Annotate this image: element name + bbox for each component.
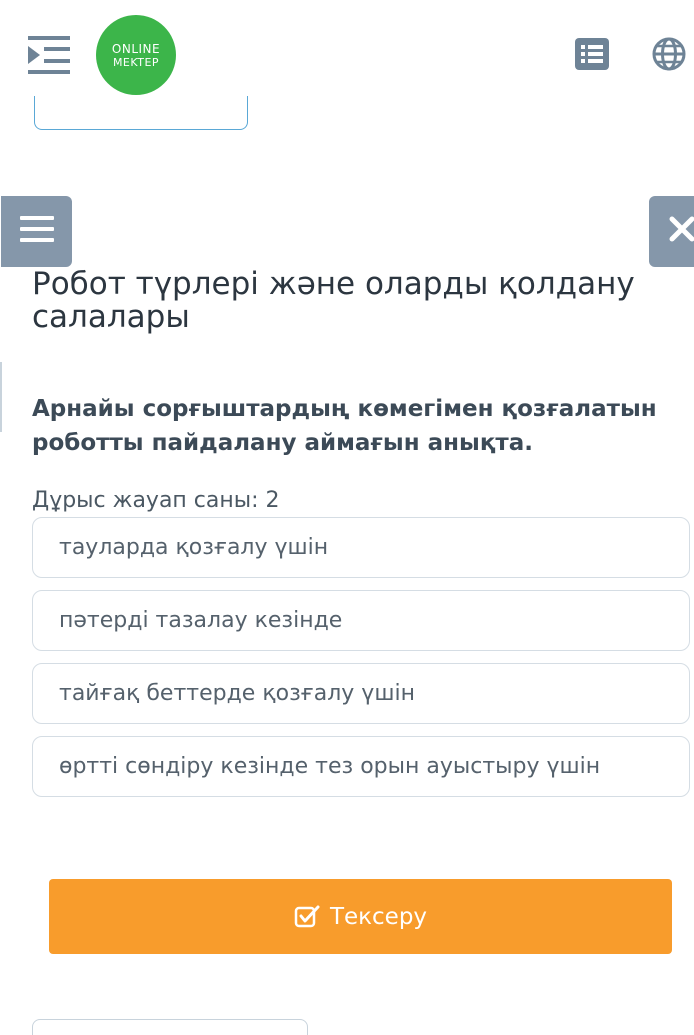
online-mektep-logo[interactable]: ONLINE MEKTEP bbox=[96, 15, 176, 95]
answer-count-label: Дұрыс жауап саны: 2 bbox=[32, 488, 280, 513]
logo-line1: ONLINE bbox=[111, 41, 161, 56]
checkbox-check-icon bbox=[294, 905, 320, 929]
hamburger-icon bbox=[19, 214, 55, 249]
answer-options: тауларда қозғалу үшін пәтерді тазалау ке… bbox=[32, 517, 690, 809]
globe-icon[interactable] bbox=[652, 37, 686, 71]
menu-toggle-icon[interactable] bbox=[24, 32, 72, 78]
close-icon bbox=[669, 216, 694, 247]
logo-line2: MEKTEP bbox=[112, 55, 160, 69]
answer-option[interactable]: пәтерді тазалау кезінде bbox=[32, 590, 690, 651]
answer-option[interactable]: өртті сөндіру кезінде тез орын ауыстыру … bbox=[32, 736, 690, 797]
bottom-partial-button[interactable] bbox=[32, 1019, 308, 1035]
list-icon[interactable] bbox=[575, 38, 609, 70]
top-partial-button[interactable] bbox=[34, 96, 248, 130]
answer-option[interactable]: тайғақ беттерде қозғалу үшін bbox=[32, 663, 690, 724]
left-divider bbox=[0, 362, 2, 432]
check-button-label: Тексеру bbox=[329, 903, 428, 930]
check-button[interactable]: Тексеру bbox=[49, 879, 672, 954]
page: ONLINE MEKTEP Робот түрлері және оларды … bbox=[0, 0, 694, 1035]
lesson-title: Робот түрлері және оларды қолдану салала… bbox=[32, 266, 635, 335]
answer-option[interactable]: тауларда қозғалу үшін bbox=[32, 517, 690, 578]
side-close-button[interactable] bbox=[649, 196, 694, 267]
side-menu-button[interactable] bbox=[1, 196, 72, 267]
question-text: Арнайы сорғыштардың көмегімен қозғалатын… bbox=[32, 396, 657, 456]
